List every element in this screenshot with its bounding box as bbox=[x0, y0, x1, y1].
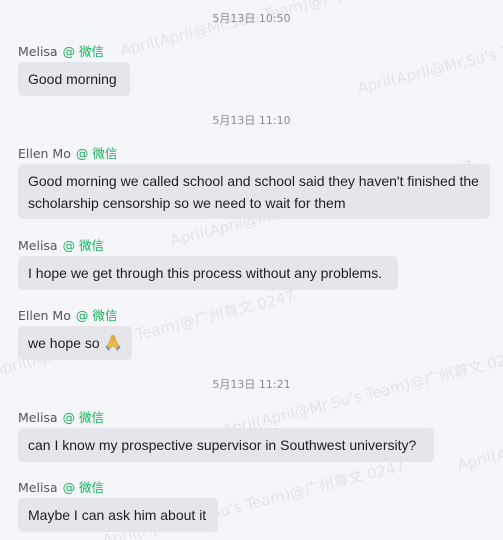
message-bubble[interactable]: we hope so bbox=[18, 326, 132, 360]
message-text: we hope so bbox=[28, 332, 122, 354]
watermark: April(April@Mr.Su's Team)@广州尊文 0247 bbox=[220, 346, 503, 440]
message-bubble[interactable]: Maybe I can ask him about it bbox=[18, 498, 218, 532]
sender-name[interactable]: Melisa bbox=[18, 44, 58, 59]
sender-source: @ 微信 bbox=[62, 410, 105, 425]
message-timestamp: 5月13日 11:10 bbox=[212, 114, 291, 127]
sender-source: @ 微信 bbox=[75, 146, 118, 161]
sender-line: Melisa @ 微信 bbox=[18, 407, 104, 426]
sender-name[interactable]: Melisa bbox=[18, 410, 58, 425]
sender-line: Melisa @ 微信 bbox=[18, 477, 104, 496]
message-text: Good morning bbox=[28, 71, 117, 87]
sender-line: Ellen Mo @ 微信 bbox=[18, 143, 117, 162]
sender-source: @ 微信 bbox=[75, 308, 118, 323]
sender-source: @ 微信 bbox=[62, 44, 105, 59]
message-bubble[interactable]: can I know my prospective supervisor in … bbox=[18, 428, 434, 462]
message-timestamp: 5月13日 10:50 bbox=[212, 12, 291, 25]
sender-name[interactable]: Ellen Mo bbox=[18, 146, 71, 161]
message-bubble[interactable]: Good morning we called school and school… bbox=[18, 164, 490, 219]
sender-name[interactable]: Melisa bbox=[18, 480, 58, 495]
watermark: April(April@Mr.Su's Team)@广州尊文 0247 bbox=[455, 382, 503, 475]
chat-window[interactable]: April(April@Mr.Su's Team)@广州尊文 0247 Apri… bbox=[0, 0, 503, 540]
sender-line: Melisa @ 微信 bbox=[18, 41, 104, 60]
message-text: Good morning we called school and school… bbox=[28, 172, 479, 211]
message-text: Maybe I can ask him about it bbox=[28, 507, 207, 523]
message-text: can I know my prospective supervisor in … bbox=[28, 437, 417, 453]
sender-name[interactable]: Melisa bbox=[18, 238, 58, 253]
sender-source: @ 微信 bbox=[62, 480, 105, 495]
sender-line: Ellen Mo @ 微信 bbox=[18, 305, 117, 324]
sender-line: Melisa @ 微信 bbox=[18, 235, 104, 254]
message-bubble[interactable]: I hope we get through this process witho… bbox=[18, 256, 398, 290]
message-bubble[interactable]: Good morning bbox=[18, 62, 130, 96]
sender-source: @ 微信 bbox=[62, 238, 105, 253]
folded-hands-icon bbox=[104, 334, 121, 351]
sender-name[interactable]: Ellen Mo bbox=[18, 308, 71, 323]
message-text: I hope we get through this process witho… bbox=[28, 265, 383, 281]
message-timestamp: 5月13日 11:21 bbox=[212, 378, 291, 391]
